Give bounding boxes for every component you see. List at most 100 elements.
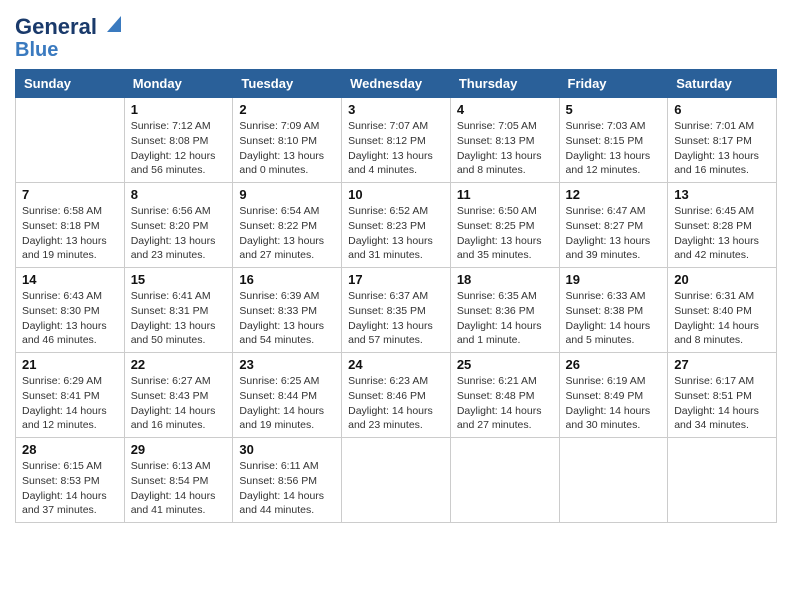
- calendar-cell: 27 Sunrise: 6:17 AMSunset: 8:51 PMDayligh…: [668, 353, 777, 438]
- day-info: Sunrise: 7:09 AMSunset: 8:10 PMDaylight:…: [239, 119, 335, 178]
- calendar-cell: 3 Sunrise: 7:07 AMSunset: 8:12 PMDaylight…: [342, 98, 451, 183]
- logo-icon: [99, 14, 121, 36]
- day-info: Sunrise: 6:17 AMSunset: 8:51 PMDaylight:…: [674, 374, 770, 433]
- day-number: 9: [239, 187, 335, 202]
- day-number: 1: [131, 102, 227, 117]
- calendar-cell: 30 Sunrise: 6:11 AMSunset: 8:56 PMDayligh…: [233, 438, 342, 523]
- day-info: Sunrise: 7:07 AMSunset: 8:12 PMDaylight:…: [348, 119, 444, 178]
- calendar-cell: 8 Sunrise: 6:56 AMSunset: 8:20 PMDaylight…: [124, 183, 233, 268]
- day-number: 18: [457, 272, 553, 287]
- logo-text-general: General: [15, 15, 97, 39]
- calendar-cell: 14 Sunrise: 6:43 AMSunset: 8:30 PMDayligh…: [16, 268, 125, 353]
- calendar-cell: 2 Sunrise: 7:09 AMSunset: 8:10 PMDaylight…: [233, 98, 342, 183]
- day-info: Sunrise: 6:37 AMSunset: 8:35 PMDaylight:…: [348, 289, 444, 348]
- day-number: 13: [674, 187, 770, 202]
- calendar-header-monday: Monday: [124, 70, 233, 98]
- week-row-3: 14 Sunrise: 6:43 AMSunset: 8:30 PMDayligh…: [16, 268, 777, 353]
- day-info: Sunrise: 6:23 AMSunset: 8:46 PMDaylight:…: [348, 374, 444, 433]
- day-info: Sunrise: 7:05 AMSunset: 8:13 PMDaylight:…: [457, 119, 553, 178]
- day-info: Sunrise: 6:31 AMSunset: 8:40 PMDaylight:…: [674, 289, 770, 348]
- calendar-cell: 24 Sunrise: 6:23 AMSunset: 8:46 PMDayligh…: [342, 353, 451, 438]
- day-info: Sunrise: 6:56 AMSunset: 8:20 PMDaylight:…: [131, 204, 227, 263]
- day-info: Sunrise: 6:21 AMSunset: 8:48 PMDaylight:…: [457, 374, 553, 433]
- day-number: 14: [22, 272, 118, 287]
- calendar-cell: 20 Sunrise: 6:31 AMSunset: 8:40 PMDayligh…: [668, 268, 777, 353]
- day-number: 17: [348, 272, 444, 287]
- week-row-4: 21 Sunrise: 6:29 AMSunset: 8:41 PMDayligh…: [16, 353, 777, 438]
- day-number: 3: [348, 102, 444, 117]
- day-number: 27: [674, 357, 770, 372]
- day-info: Sunrise: 6:29 AMSunset: 8:41 PMDaylight:…: [22, 374, 118, 433]
- day-number: 29: [131, 442, 227, 457]
- calendar-cell: 12Sunrise: 6:47 AMSunset: 8:27 PMDayligh…: [559, 183, 668, 268]
- day-info: Sunrise: 6:41 AMSunset: 8:31 PMDaylight:…: [131, 289, 227, 348]
- calendar-cell: [559, 438, 668, 523]
- calendar-cell: [16, 98, 125, 183]
- calendar-cell: 25 Sunrise: 6:21 AMSunset: 8:48 PMDayligh…: [450, 353, 559, 438]
- day-number: 5: [566, 102, 662, 117]
- page-header: General Blue: [15, 15, 777, 61]
- day-number: 8: [131, 187, 227, 202]
- calendar-cell: 29 Sunrise: 6:13 AMSunset: 8:54 PMDayligh…: [124, 438, 233, 523]
- calendar-cell: 5 Sunrise: 7:03 AMSunset: 8:15 PMDaylight…: [559, 98, 668, 183]
- day-info: Sunrise: 7:03 AMSunset: 8:15 PMDaylight:…: [566, 119, 662, 178]
- day-number: 16: [239, 272, 335, 287]
- calendar-cell: 17 Sunrise: 6:37 AMSunset: 8:35 PMDayligh…: [342, 268, 451, 353]
- day-number: 24: [348, 357, 444, 372]
- calendar-cell: [450, 438, 559, 523]
- day-number: 4: [457, 102, 553, 117]
- calendar-header-tuesday: Tuesday: [233, 70, 342, 98]
- calendar-cell: 7Sunrise: 6:58 AMSunset: 8:18 PMDaylight…: [16, 183, 125, 268]
- day-info: Sunrise: 6:19 AMSunset: 8:49 PMDaylight:…: [566, 374, 662, 433]
- day-number: 21: [22, 357, 118, 372]
- calendar-cell: 28 Sunrise: 6:15 AMSunset: 8:53 PMDayligh…: [16, 438, 125, 523]
- calendar-cell: 19Sunrise: 6:33 AMSunset: 8:38 PMDayligh…: [559, 268, 668, 353]
- calendar-cell: 21 Sunrise: 6:29 AMSunset: 8:41 PMDayligh…: [16, 353, 125, 438]
- day-number: 11: [457, 187, 553, 202]
- calendar-cell: 18Sunrise: 6:35 AMSunset: 8:36 PMDayligh…: [450, 268, 559, 353]
- calendar-cell: 26 Sunrise: 6:19 AMSunset: 8:49 PMDayligh…: [559, 353, 668, 438]
- calendar-header-wednesday: Wednesday: [342, 70, 451, 98]
- day-info: Sunrise: 6:11 AMSunset: 8:56 PMDaylight:…: [239, 459, 335, 518]
- day-info: Sunrise: 6:25 AMSunset: 8:44 PMDaylight:…: [239, 374, 335, 433]
- day-number: 6: [674, 102, 770, 117]
- day-number: 2: [239, 102, 335, 117]
- calendar-cell: [342, 438, 451, 523]
- calendar-cell: 9Sunrise: 6:54 AMSunset: 8:22 PMDaylight…: [233, 183, 342, 268]
- calendar-header-row: SundayMondayTuesdayWednesdayThursdayFrid…: [16, 70, 777, 98]
- calendar-cell: [668, 438, 777, 523]
- calendar-table: SundayMondayTuesdayWednesdayThursdayFrid…: [15, 69, 777, 523]
- calendar-cell: 4 Sunrise: 7:05 AMSunset: 8:13 PMDaylight…: [450, 98, 559, 183]
- calendar-header-saturday: Saturday: [668, 70, 777, 98]
- day-info: Sunrise: 6:43 AMSunset: 8:30 PMDaylight:…: [22, 289, 118, 348]
- day-number: 30: [239, 442, 335, 457]
- week-row-5: 28 Sunrise: 6:15 AMSunset: 8:53 PMDayligh…: [16, 438, 777, 523]
- day-info: Sunrise: 7:01 AMSunset: 8:17 PMDaylight:…: [674, 119, 770, 178]
- calendar-header-sunday: Sunday: [16, 70, 125, 98]
- logo: General Blue: [15, 15, 121, 61]
- day-info: Sunrise: 6:52 AMSunset: 8:23 PMDaylight:…: [348, 204, 444, 263]
- day-number: 22: [131, 357, 227, 372]
- day-number: 7: [22, 187, 118, 202]
- day-number: 23: [239, 357, 335, 372]
- day-number: 28: [22, 442, 118, 457]
- day-info: Sunrise: 6:27 AMSunset: 8:43 PMDaylight:…: [131, 374, 227, 433]
- calendar-cell: 23 Sunrise: 6:25 AMSunset: 8:44 PMDayligh…: [233, 353, 342, 438]
- calendar-cell: 10Sunrise: 6:52 AMSunset: 8:23 PMDayligh…: [342, 183, 451, 268]
- day-number: 25: [457, 357, 553, 372]
- day-info: Sunrise: 6:50 AMSunset: 8:25 PMDaylight:…: [457, 204, 553, 263]
- week-row-1: 1 Sunrise: 7:12 AMSunset: 8:08 PMDaylight…: [16, 98, 777, 183]
- calendar-header-friday: Friday: [559, 70, 668, 98]
- calendar-cell: 13 Sunrise: 6:45 AMSunset: 8:28 PMDayligh…: [668, 183, 777, 268]
- day-info: Sunrise: 6:13 AMSunset: 8:54 PMDaylight:…: [131, 459, 227, 518]
- calendar-cell: 16 Sunrise: 6:39 AMSunset: 8:33 PMDayligh…: [233, 268, 342, 353]
- day-number: 19: [566, 272, 662, 287]
- day-number: 26: [566, 357, 662, 372]
- calendar-cell: 11 Sunrise: 6:50 AMSunset: 8:25 PMDayligh…: [450, 183, 559, 268]
- day-info: Sunrise: 6:45 AMSunset: 8:28 PMDaylight:…: [674, 204, 770, 263]
- day-info: Sunrise: 6:39 AMSunset: 8:33 PMDaylight:…: [239, 289, 335, 348]
- calendar-cell: 1 Sunrise: 7:12 AMSunset: 8:08 PMDaylight…: [124, 98, 233, 183]
- day-info: Sunrise: 7:12 AMSunset: 8:08 PMDaylight:…: [131, 119, 227, 178]
- day-number: 20: [674, 272, 770, 287]
- day-info: Sunrise: 6:15 AMSunset: 8:53 PMDaylight:…: [22, 459, 118, 518]
